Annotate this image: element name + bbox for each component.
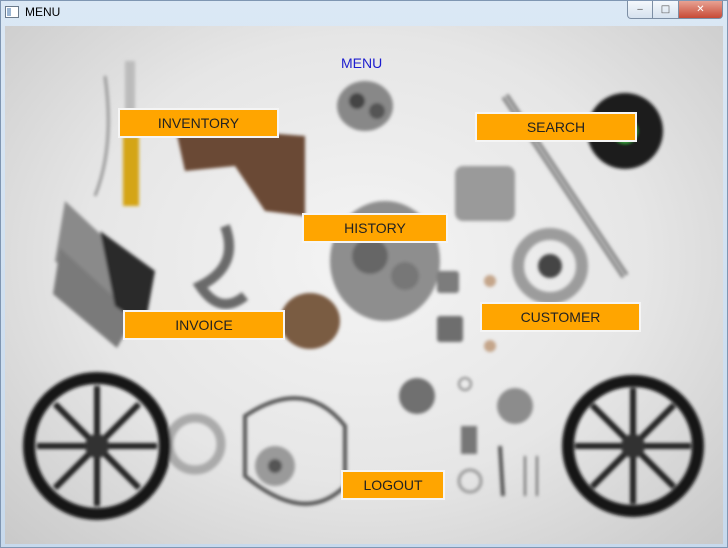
menu-panel: MENU INVENTORY SEARCH HISTORY INVOICE CU… (5, 26, 723, 544)
minimize-button[interactable]: ‒ (627, 1, 653, 19)
customer-button[interactable]: CUSTOMER (480, 302, 641, 332)
menu-window: MENU ‒ □ ✕ MENU INVENTORY SEARCH HISTORY… (0, 0, 728, 548)
close-button[interactable]: ✕ (679, 1, 723, 19)
search-button[interactable]: SEARCH (475, 112, 637, 142)
history-button[interactable]: HISTORY (302, 213, 448, 243)
window-title: MENU (25, 5, 61, 19)
window-controls: ‒ □ ✕ (627, 1, 723, 19)
app-window-icon (5, 6, 19, 18)
invoice-button[interactable]: INVOICE (123, 310, 285, 340)
maximize-button[interactable]: □ (653, 1, 679, 19)
title-bar[interactable]: MENU ‒ □ ✕ (1, 1, 727, 25)
menu-heading: MENU (341, 55, 383, 71)
inventory-button[interactable]: INVENTORY (118, 108, 279, 138)
logout-button[interactable]: LOGOUT (341, 470, 445, 500)
